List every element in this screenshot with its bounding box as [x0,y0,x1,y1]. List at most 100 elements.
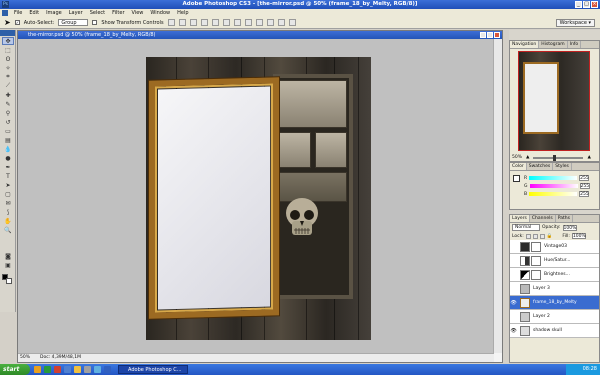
ps-menu-icon[interactable] [2,10,8,16]
tab-navigator[interactable]: Navigation [510,41,540,48]
slice-tool-icon[interactable]: ⟋ [2,82,14,90]
doc-minimize-button[interactable] [480,32,486,38]
close-button[interactable]: × [591,1,598,8]
lock-transparency-icon[interactable] [525,233,531,239]
menu-layer[interactable]: Layer [69,10,83,16]
quicklaunch-app-icon[interactable] [44,366,51,373]
quick-mask-icon[interactable]: ◙ [2,252,14,260]
canvas-image[interactable] [146,57,371,340]
tab-channels[interactable]: Channels [530,215,556,222]
quicklaunch-media-icon[interactable] [74,366,81,373]
doc-maximize-button[interactable] [487,32,493,38]
tools-palette-header[interactable] [0,30,15,36]
distribute-center-icon[interactable] [277,19,285,26]
channel-b-slider[interactable] [529,192,578,196]
gradient-tool-icon[interactable]: ▤ [2,136,14,144]
channel-g-value[interactable]: 255 [579,183,590,189]
magic-wand-tool-icon[interactable]: ✧ [2,64,14,72]
lock-position-icon[interactable] [539,233,545,239]
move-tool-icon[interactable]: ➤ [4,18,11,27]
notes-tool-icon[interactable]: ✉ [2,199,14,207]
align-left-icon[interactable] [200,19,208,26]
start-button[interactable]: start [0,364,30,375]
transform-controls-checkbox[interactable] [92,20,98,25]
quicklaunch-browser-icon[interactable] [54,366,61,373]
background-color-swatch[interactable] [6,278,12,284]
opacity-value[interactable]: 100% [562,224,577,231]
menu-help[interactable]: Help [177,10,188,16]
navigator-zoom-slider[interactable] [533,154,584,161]
quicklaunch-folder-icon[interactable] [34,366,41,373]
move-tool-icon[interactable]: ✥ [2,37,14,45]
layer-row[interactable]: Brightnes... [510,268,599,282]
zoom-in-icon[interactable]: ▲ [587,155,590,160]
auto-select-checkbox[interactable] [14,20,20,25]
align-middle-icon[interactable] [178,19,186,26]
layer-row[interactable]: Layer 3 [510,282,599,296]
align-bottom-icon[interactable] [189,19,197,26]
distribute-middle-icon[interactable] [244,19,252,26]
eraser-tool-icon[interactable]: ▭ [2,127,14,135]
quicklaunch-ie-icon[interactable] [64,366,71,373]
vertical-scrollbar[interactable] [493,39,502,353]
menu-filter[interactable]: Filter [112,10,124,16]
screen-mode-icon[interactable]: ▣ [2,261,14,269]
layer-row-selected[interactable]: 👁 frame_18_by_Melty [510,296,599,310]
taskbar-photoshop-button[interactable]: Adobe Photoshop C... [118,365,188,374]
hand-tool-icon[interactable]: ✋ [2,217,14,225]
tab-swatches[interactable]: Swatches [527,163,554,170]
maximize-button[interactable]: □ [583,1,590,8]
align-top-icon[interactable] [167,19,175,26]
auto-select-dropdown[interactable]: Group [58,19,89,26]
brush-tool-icon[interactable]: ✎ [2,100,14,108]
channel-g-slider[interactable] [529,184,578,188]
quicklaunch-photoshop-icon[interactable] [104,366,111,373]
marquee-tool-icon[interactable]: ⬚ [2,46,14,54]
channel-r-value[interactable]: 255 [579,175,590,181]
eyedropper-tool-icon[interactable]: ⟆ [2,208,14,216]
menu-view[interactable]: View [132,10,144,16]
visibility-icon[interactable]: 👁 [510,300,517,306]
tab-layers[interactable]: Layers [510,215,530,222]
zoom-tool-icon[interactable]: 🔍 [2,226,14,234]
tab-histogram[interactable]: Histogram [539,41,568,48]
doc-close-button[interactable] [494,32,500,38]
quicklaunch-desktop-icon[interactable] [84,366,91,373]
layer-row[interactable]: Vintage03 [510,240,599,254]
crop-tool-icon[interactable]: ⌗ [2,73,14,81]
tab-styles[interactable]: Styles [553,163,572,170]
healing-brush-tool-icon[interactable]: ✚ [2,91,14,99]
fill-value[interactable]: 100% [571,233,586,239]
blur-tool-icon[interactable]: 💧 [2,145,14,153]
tab-info[interactable]: Info [568,41,582,48]
menu-edit[interactable]: Edit [29,10,39,16]
distribute-left-icon[interactable] [266,19,274,26]
distribute-top-icon[interactable] [233,19,241,26]
shape-tool-icon[interactable]: ▢ [2,190,14,198]
align-center-icon[interactable] [211,19,219,26]
document-title-bar[interactable]: the-mirror.psd @ 50% (frame_18_by_Melty,… [18,31,502,39]
layer-row[interactable]: 👁 shadow skull [510,324,599,338]
menu-window[interactable]: Window [150,10,170,16]
zoom-out-icon[interactable]: ▲ [526,155,529,160]
distribute-bottom-icon[interactable] [255,19,263,26]
history-brush-tool-icon[interactable]: ↺ [2,118,14,126]
menu-file[interactable]: File [14,10,22,16]
color-fg-swatch[interactable] [513,175,520,182]
clone-stamp-tool-icon[interactable]: ⚲ [2,109,14,117]
dodge-tool-icon[interactable]: ● [2,154,14,162]
lock-all-icon[interactable]: 🔒 [547,234,553,239]
lasso-tool-icon[interactable]: ʘ [2,55,14,63]
path-selection-tool-icon[interactable]: ➤ [2,181,14,189]
lock-pixels-icon[interactable] [532,233,538,239]
layer-row[interactable]: Hue/Satur... [510,254,599,268]
channel-r-slider[interactable] [529,176,578,180]
tab-color[interactable]: Color [510,163,527,170]
channel-b-value[interactable]: 255 [579,191,590,197]
workspace-button[interactable]: Workspace ▾ [555,19,595,27]
navigator-preview[interactable] [518,51,590,151]
distribute-right-icon[interactable] [288,19,296,26]
menu-image[interactable]: Image [46,10,62,16]
navigator-zoom-value[interactable]: 50% [512,155,522,160]
tab-paths[interactable]: Paths [556,215,573,222]
